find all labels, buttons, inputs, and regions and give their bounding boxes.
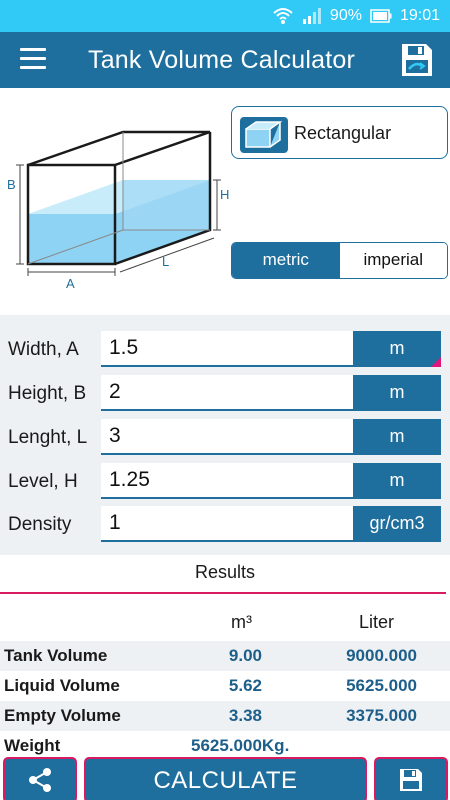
- result-m3-value: 5.62: [228, 676, 262, 695]
- app-bar: Tank Volume Calculator: [0, 32, 450, 88]
- results-divider: [0, 592, 446, 594]
- bottom-action-bar: CALCULATE: [0, 757, 450, 800]
- input-row-density: Density gr/cm3: [0, 506, 450, 546]
- width-input[interactable]: [101, 331, 353, 367]
- result-label: Empty Volume: [4, 706, 121, 725]
- dropdown-corner-icon: [431, 357, 441, 367]
- save-icon[interactable]: [400, 42, 434, 78]
- results-header-liter: Liter: [359, 612, 395, 632]
- unit-system-toggle: metric imperial: [231, 242, 448, 279]
- density-unit-label: gr/cm3: [369, 513, 425, 533]
- input-row-width: Width, A m: [0, 331, 450, 371]
- level-unit-label: m: [389, 470, 405, 490]
- result-label: Tank Volume: [4, 646, 108, 665]
- density-unit-selector[interactable]: gr/cm3: [353, 506, 441, 542]
- results-title: Results: [194, 562, 256, 582]
- label-l: L: [162, 254, 169, 269]
- label-h: H: [220, 187, 229, 202]
- input-row-length: Lenght, L m: [0, 419, 450, 459]
- height-input[interactable]: [101, 375, 353, 411]
- tank-diagram: B H A L: [7, 130, 229, 291]
- result-weight-value: 5625.000Kg.: [191, 736, 290, 755]
- result-row-liquid-volume: Liquid Volume 5.62 5625.000: [0, 671, 450, 701]
- height-unit-label: m: [389, 382, 405, 402]
- result-liter-value: 9000.000: [346, 646, 417, 665]
- battery-percent: 90%: [329, 7, 362, 24]
- imperial-option[interactable]: imperial: [339, 243, 447, 278]
- input-row-height: Height, B m: [0, 375, 450, 415]
- result-liter-value: 5625.000: [346, 676, 417, 695]
- length-label: Lenght, L: [8, 427, 88, 448]
- length-unit-label: m: [389, 426, 405, 446]
- input-row-level: Level, H m: [0, 463, 450, 503]
- result-label: Weight: [4, 736, 61, 755]
- tank-water-front: [28, 214, 115, 264]
- battery-icon: [370, 9, 392, 23]
- share-icon: [29, 768, 51, 792]
- length-unit-selector[interactable]: m: [353, 419, 441, 455]
- level-input[interactable]: [101, 463, 353, 499]
- rectangular-tank-icon: [240, 117, 288, 153]
- shape-selector-label: Rectangular: [294, 123, 392, 143]
- width-label: Width, A: [8, 339, 79, 360]
- status-bar: 90% 19:01: [0, 0, 450, 32]
- wifi-icon: [273, 8, 293, 24]
- floppy-disk-icon: [400, 769, 422, 791]
- result-row-tank-volume: Tank Volume 9.00 9000.000: [0, 641, 450, 671]
- height-unit-selector[interactable]: m: [353, 375, 441, 411]
- shape-selector-button[interactable]: Rectangular: [231, 106, 448, 159]
- width-unit-selector[interactable]: m: [353, 331, 441, 367]
- results-header-m3: m³: [231, 612, 252, 632]
- inputs-panel: Width, A m Height, B m Lenght, L m Level…: [0, 315, 450, 555]
- signal-icon: [302, 8, 321, 24]
- level-label: Level, H: [8, 471, 78, 492]
- label-a: A: [66, 276, 75, 291]
- metric-option[interactable]: metric: [232, 243, 340, 278]
- height-label: Height, B: [8, 383, 87, 404]
- page-title: Tank Volume Calculator: [88, 46, 356, 74]
- menu-icon[interactable]: [20, 48, 46, 70]
- result-row-empty-volume: Empty Volume 3.38 3375.000: [0, 701, 450, 731]
- share-button[interactable]: [3, 757, 77, 800]
- save-button[interactable]: [374, 757, 448, 800]
- clock: 19:01: [399, 7, 440, 24]
- level-unit-selector[interactable]: m: [353, 463, 441, 499]
- density-label: Density: [8, 514, 72, 535]
- result-m3-value: 3.38: [228, 706, 262, 725]
- density-input[interactable]: [101, 506, 353, 542]
- result-m3-value: 9.00: [228, 646, 262, 665]
- width-unit-label: m: [389, 338, 405, 358]
- calculate-button[interactable]: CALCULATE: [84, 757, 367, 800]
- label-b: B: [7, 177, 16, 192]
- status-bar-right: 90% 19:01: [272, 0, 440, 32]
- result-label: Liquid Volume: [4, 676, 120, 695]
- result-liter-value: 3375.000: [346, 706, 417, 725]
- length-input[interactable]: [101, 419, 353, 455]
